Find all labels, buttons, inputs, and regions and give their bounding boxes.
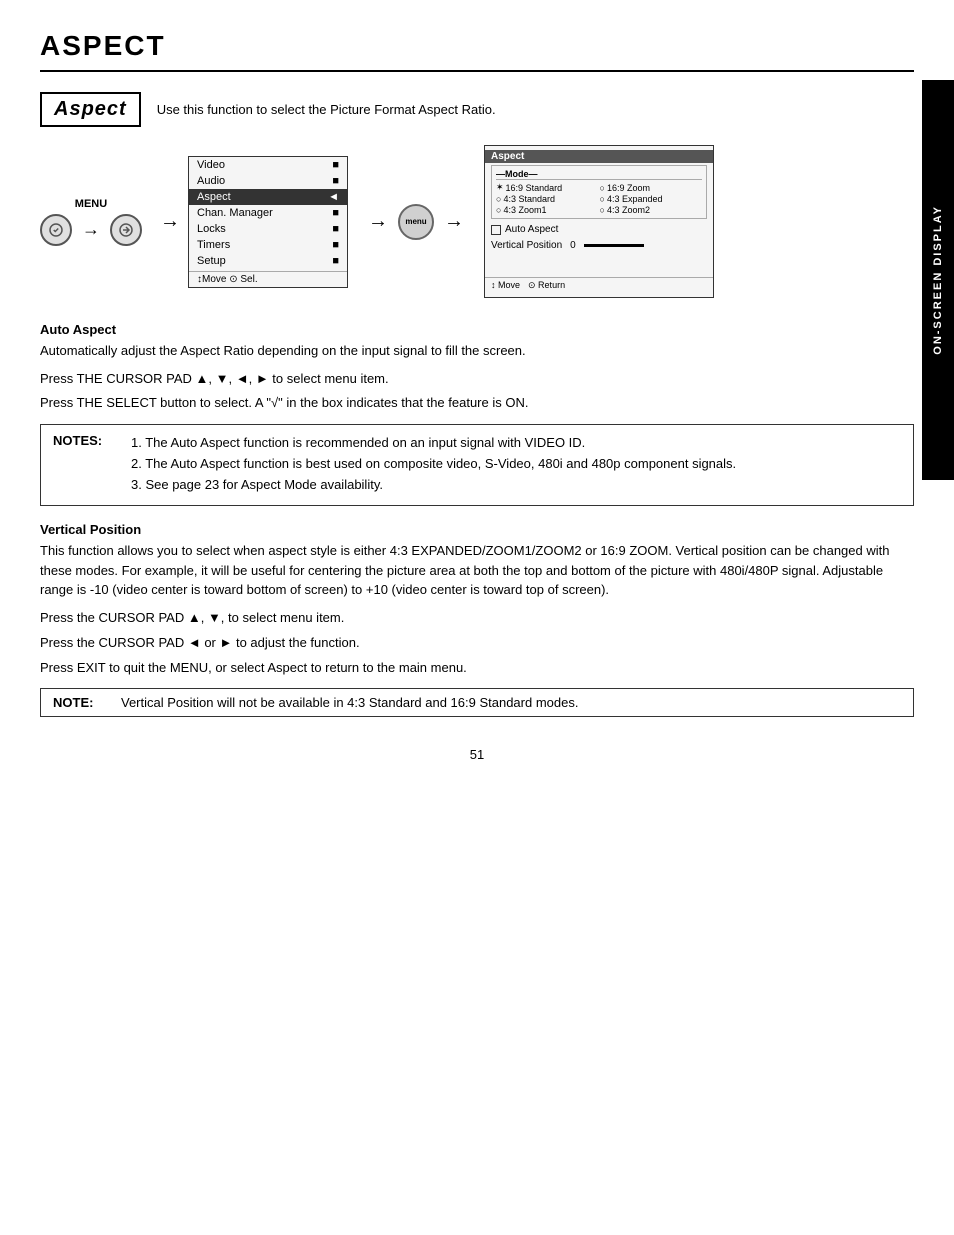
mode-4-3-expanded: ○4:3 Expanded xyxy=(600,194,703,204)
note-item-1: 1. The Auto Aspect function is recommend… xyxy=(131,433,736,454)
arrow-icon-2: → xyxy=(160,210,180,233)
note-label: NOTE: xyxy=(53,695,113,710)
aspect-auto-row: Auto Aspect xyxy=(485,221,713,238)
mode-4-3-zoom2: ○4:3 Zoom2 xyxy=(600,205,703,215)
osd-menu-box: Video■ Audio■ Aspect◄ Chan. Manager■ Loc… xyxy=(188,156,348,288)
vert-press-3: Press EXIT to quit the MENU, or select A… xyxy=(40,658,914,679)
aspect-menu-title: Aspect xyxy=(485,150,713,163)
auto-aspect-checkbox xyxy=(491,225,501,235)
menu-icon-row: → xyxy=(40,214,142,246)
press-line-1: Press THE CURSOR PAD ▲, ▼, ◄, ► to selec… xyxy=(40,369,914,390)
auto-aspect-label: Auto Aspect xyxy=(505,224,558,235)
nav-circle-icon xyxy=(110,214,142,246)
notes-label: NOTES: xyxy=(53,433,123,495)
note-item-3: 3. See page 23 for Aspect Mode availabil… xyxy=(131,475,736,496)
aspect-vert-row: Vertical Position 0 xyxy=(485,238,713,253)
aspect-menu-box: Aspect —Mode— ✶16:9 Standard ○16:9 Zoom … xyxy=(484,145,714,298)
note-box: NOTE: Vertical Position will not be avai… xyxy=(40,688,914,717)
aspect-mode-label: —Mode— xyxy=(496,169,702,180)
vert-pos-label: Vertical Position xyxy=(491,240,562,251)
aspect-menu-footer: ↕ Move ⊙ Return xyxy=(485,277,713,293)
notes-box: NOTES: 1. The Auto Aspect function is re… xyxy=(40,424,914,506)
osd-item-setup: Setup■ xyxy=(189,253,347,269)
arrow-icon-3: → xyxy=(368,210,388,233)
footer-return: ⊙ Return xyxy=(528,280,565,291)
vert-press-2: Press the CURSOR PAD ◄ or ► to adjust th… xyxy=(40,633,914,654)
diagram-area: MENU → → Video■ Audio■ Aspect◄ xyxy=(40,145,914,298)
vert-pos-value: 0 xyxy=(570,240,576,251)
page-title: ASPECT xyxy=(40,30,914,72)
vert-press-1: Press the CURSOR PAD ▲, ▼, to select men… xyxy=(40,608,914,629)
notes-items: 1. The Auto Aspect function is recommend… xyxy=(131,433,736,495)
note-text: Vertical Position will not be available … xyxy=(121,695,578,710)
auto-aspect-desc: Automatically adjust the Aspect Ratio de… xyxy=(40,341,914,361)
right-sidebar: ON-SCREEN DISPLAY xyxy=(922,80,954,480)
mode-16-9-zoom: ○16:9 Zoom xyxy=(600,182,703,193)
note-item-2: 2. The Auto Aspect function is best used… xyxy=(131,454,736,475)
mode-16-9-std: ✶16:9 Standard xyxy=(496,182,599,193)
osd-item-locks: Locks■ xyxy=(189,221,347,237)
osd-item-chan-manager: Chan. Manager■ xyxy=(189,205,347,221)
sidebar-label: ON-SCREEN DISPLAY xyxy=(932,205,944,355)
mode-4-3-zoom1: ○4:3 Zoom1 xyxy=(496,205,599,215)
arrow-icon-1: → xyxy=(82,219,100,240)
press-line-2: Press THE SELECT button to select. A "√"… xyxy=(40,393,914,414)
mid-arrow-section: → menu → xyxy=(364,204,468,240)
vert-pos-desc: This function allows you to select when … xyxy=(40,541,914,600)
auto-aspect-title: Auto Aspect xyxy=(40,322,914,337)
menu-section: MENU → xyxy=(40,198,142,246)
osd-item-aspect: Aspect◄ xyxy=(189,189,347,205)
osd-item-audio: Audio■ xyxy=(189,173,347,189)
aspect-label-box: Aspect xyxy=(40,92,141,127)
aspect-label-row: Aspect Use this function to select the P… xyxy=(40,92,914,127)
menu-circle-icon xyxy=(40,214,72,246)
osd-item-video: Video■ xyxy=(189,157,347,173)
arrow-icon-4: → xyxy=(444,210,464,233)
footer-move: ↕ Move xyxy=(491,280,520,291)
vert-slider xyxy=(584,244,644,247)
page-number: 51 xyxy=(40,747,914,762)
mid-select-icon: menu xyxy=(398,204,434,240)
aspect-description: Use this function to select the Picture … xyxy=(157,102,496,117)
osd-menu-footer: ↕Move ⊙ Sel. xyxy=(189,271,347,287)
osd-item-timers: Timers■ xyxy=(189,237,347,253)
aspect-mode-grid: ✶16:9 Standard ○16:9 Zoom ○4:3 Standard … xyxy=(496,182,702,215)
notes-row: NOTES: 1. The Auto Aspect function is re… xyxy=(53,433,901,495)
aspect-mode-section: —Mode— ✶16:9 Standard ○16:9 Zoom ○4:3 St… xyxy=(491,165,707,219)
vert-pos-title: Vertical Position xyxy=(40,522,914,537)
mode-4-3-std: ○4:3 Standard xyxy=(496,194,599,204)
menu-label: MENU xyxy=(75,198,107,210)
